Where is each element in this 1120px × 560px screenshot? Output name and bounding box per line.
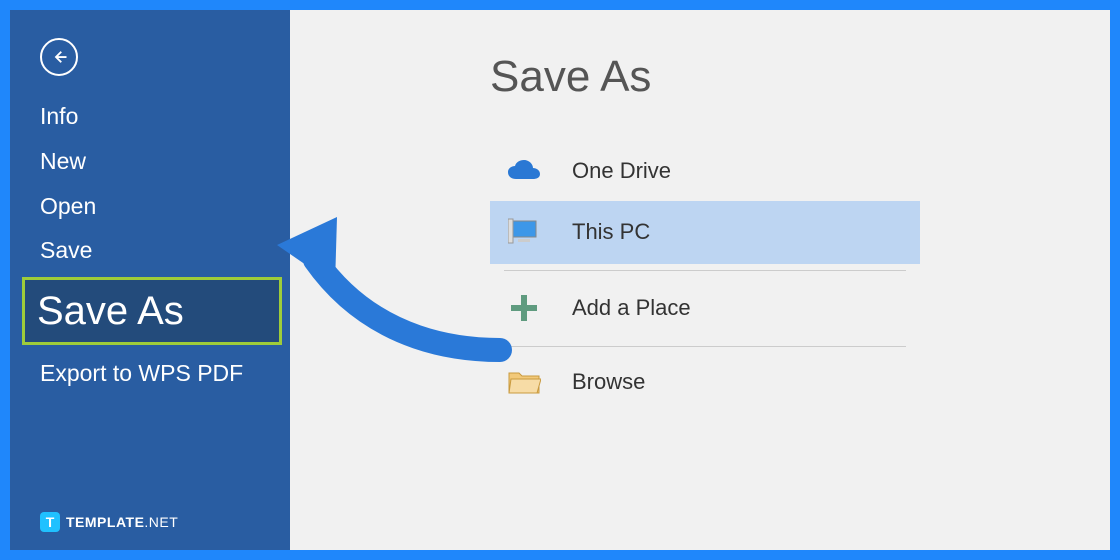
main-panel: Save As One Drive This PC Add a Place (290, 10, 1110, 550)
location-label: Browse (572, 369, 645, 395)
monitor-icon (504, 217, 544, 247)
arrow-left-icon (50, 48, 68, 66)
folder-icon (504, 369, 544, 395)
location-label: One Drive (572, 158, 671, 184)
location-label: Add a Place (572, 295, 691, 321)
sidebar-item-label: Export to WPS PDF (40, 360, 243, 386)
page-title: Save As (490, 52, 1110, 102)
plus-icon (504, 293, 544, 323)
location-add-place[interactable]: Add a Place (490, 277, 920, 340)
brand-text: TEMPLATE.NET (66, 514, 178, 530)
cloud-icon (504, 159, 544, 183)
brand-footer: T TEMPLATE.NET (40, 512, 290, 532)
brand-badge-icon: T (40, 512, 60, 532)
location-onedrive[interactable]: One Drive (490, 142, 920, 201)
sidebar-item-open[interactable]: Open (40, 184, 290, 229)
sidebar-item-label: New (40, 148, 86, 174)
location-browse[interactable]: Browse (490, 353, 920, 412)
sidebar-item-new[interactable]: New (40, 139, 290, 184)
sidebar-item-info[interactable]: Info (40, 94, 290, 139)
sidebar-item-label: Save As (37, 289, 184, 333)
sidebar-item-save[interactable]: Save (40, 228, 290, 273)
sidebar-item-label: Info (40, 103, 78, 129)
divider (504, 270, 906, 271)
save-location-list: One Drive This PC Add a Place (490, 142, 920, 412)
location-label: This PC (572, 219, 650, 245)
sidebar-item-label: Open (40, 193, 96, 219)
app-frame: Info New Open Save Save As Export to WPS… (0, 0, 1120, 560)
location-this-pc[interactable]: This PC (490, 201, 920, 264)
sidebar-item-label: Save (40, 237, 92, 263)
sidebar-item-save-as[interactable]: Save As (22, 277, 282, 345)
sidebar-item-export-wps-pdf[interactable]: Export to WPS PDF (40, 351, 290, 396)
back-button[interactable] (40, 38, 78, 76)
backstage-sidebar: Info New Open Save Save As Export to WPS… (10, 10, 290, 550)
divider (504, 346, 906, 347)
